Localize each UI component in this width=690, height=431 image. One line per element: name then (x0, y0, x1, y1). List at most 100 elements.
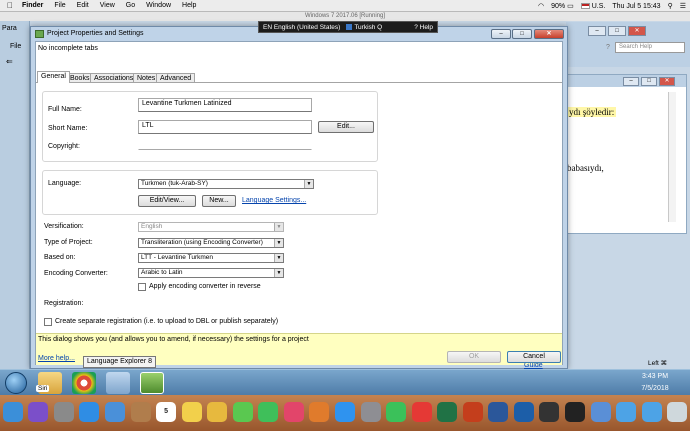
menu-file[interactable]: File (54, 2, 65, 9)
dialog-maximize-button[interactable]: □ (512, 29, 532, 39)
dialog-minimize-button[interactable]: – (491, 29, 511, 39)
keyboard-icon (346, 23, 353, 30)
ibooks-icon[interactable] (309, 402, 330, 422)
finder-icon[interactable] (2, 402, 23, 422)
chrome-icon[interactable] (72, 372, 96, 394)
host-key-label: Left ⌘ (648, 360, 668, 367)
language-select[interactable]: Turkmen (tuk-Arab-SY) ▼ (138, 179, 314, 189)
chevron-down-icon: ▼ (274, 269, 283, 277)
versification-select: English ▼ (138, 222, 284, 232)
close-icon[interactable]: ✕ (628, 26, 646, 36)
appstore-icon[interactable] (335, 402, 355, 422)
taskbar-time: 3:43 PM (641, 373, 669, 380)
encoding-converter-select[interactable]: Arabic to Latin ▼ (138, 268, 284, 278)
start-button[interactable] (5, 372, 27, 394)
virtualbox-icon[interactable] (513, 402, 534, 422)
keyboard-layout[interactable]: Turkish Q (346, 24, 382, 31)
menu-list-icon[interactable]: ☰ (680, 2, 686, 10)
excel-icon[interactable] (437, 402, 458, 422)
calendar-icon[interactable]: 5 (156, 402, 177, 422)
language-settings-link[interactable]: Language Settings... (242, 197, 306, 204)
launchpad-icon[interactable] (53, 402, 74, 422)
help-search-input[interactable]: Search Help (615, 42, 685, 53)
terminal-icon[interactable] (565, 402, 585, 422)
word-icon[interactable] (488, 402, 509, 422)
help-icon[interactable]: ? (606, 44, 610, 51)
photos-icon[interactable] (207, 402, 228, 422)
background-window-left[interactable]: Para File ⇐ (0, 21, 30, 369)
mail-icon[interactable] (105, 402, 125, 422)
paratext-icon[interactable] (106, 372, 130, 394)
more-help-link[interactable]: More help... (38, 355, 75, 362)
trash-icon[interactable] (667, 402, 688, 422)
chevron-down-icon: ▼ (304, 180, 313, 188)
vm-icon[interactable] (590, 402, 611, 422)
cancel-button[interactable]: Cancel (507, 351, 561, 363)
menu-window[interactable]: Window (146, 2, 171, 9)
us-flag-icon (580, 2, 590, 9)
short-name-label: Short Name: (48, 125, 88, 132)
apple-icon[interactable]:  (7, 1, 13, 10)
language-bar[interactable]: EN English (United States) Turkish Q ? H… (258, 21, 438, 33)
preferences-icon[interactable] (360, 402, 381, 422)
facetime-icon[interactable] (258, 402, 279, 422)
doc-maximize-icon[interactable]: □ (641, 77, 657, 86)
windows-taskbar: 3:43 PM 7/5/2018 (0, 369, 690, 395)
document-scrollbar[interactable] (668, 92, 676, 222)
based-on-select[interactable]: LTT - Levantine Turkmen ▼ (138, 253, 284, 263)
menu-go[interactable]: Go (126, 2, 135, 9)
info-text: This dialog shows you (and allows you to… (38, 336, 309, 343)
tasks-icon[interactable] (411, 402, 432, 422)
project-properties-dialog: Project Properties and Settings – □ ✕ No… (30, 26, 568, 369)
menu-edit[interactable]: Edit (77, 2, 89, 9)
input-source[interactable]: U.S. (580, 2, 605, 10)
taskbar-tooltip: Language Explorer 8 (83, 356, 156, 368)
menu-clock[interactable]: Thu Jul 5 15:43 (612, 3, 660, 10)
siri-icon[interactable] (28, 402, 49, 422)
copyright-input[interactable] (138, 138, 312, 150)
language-explorer-icon[interactable] (140, 372, 164, 394)
itunes-icon[interactable] (283, 402, 304, 422)
input-language[interactable]: EN English (United States) (263, 24, 340, 31)
language-bar-help[interactable]: ? Help (414, 24, 437, 31)
menu-view[interactable]: View (100, 2, 115, 9)
dialog-close-button[interactable]: ✕ (534, 29, 564, 39)
back-arrow-icon[interactable]: ⇐ (6, 57, 13, 66)
edit-button[interactable]: Edit... (318, 121, 374, 133)
powerpoint-icon[interactable] (462, 402, 483, 422)
search-icon[interactable]: ⚲ (668, 2, 673, 10)
chevron-down-icon: ▼ (274, 223, 283, 231)
dashboard-icon[interactable] (539, 402, 560, 422)
ok-button[interactable]: OK (447, 351, 501, 363)
taskbar-clock[interactable]: 3:43 PM 7/5/2018 (620, 370, 690, 396)
minimize-icon[interactable]: – (588, 26, 606, 36)
whatsapp-icon[interactable] (386, 402, 407, 422)
edit-view-button[interactable]: Edit/View... (138, 195, 196, 207)
language-label: Language: (48, 180, 82, 187)
folder-icon[interactable] (616, 402, 637, 422)
separate-registration-checkbox[interactable] (44, 318, 52, 326)
notes-icon[interactable] (181, 402, 202, 422)
downloads-icon[interactable] (641, 402, 662, 422)
chevron-down-icon: ▼ (274, 254, 283, 262)
wifi-icon[interactable]: ◠ (538, 2, 544, 10)
apply-reverse-checkbox[interactable] (138, 283, 146, 291)
menu-help[interactable]: Help (182, 2, 196, 9)
battery-indicator[interactable]: 90% ▭ (551, 2, 574, 10)
apply-reverse-label: Apply encoding converter in reverse (149, 283, 261, 290)
messages-icon[interactable] (232, 402, 253, 422)
short-name-input[interactable]: LTL (138, 120, 312, 134)
tab-general[interactable]: General (37, 71, 70, 83)
full-name-input[interactable]: Levantine Turkmen Latinized (138, 98, 312, 112)
background-menu-file[interactable]: File (10, 43, 21, 50)
taskbar-date: 7/5/2018 (641, 385, 669, 392)
menu-finder[interactable]: Finder (22, 2, 43, 9)
new-language-button[interactable]: New... (202, 195, 236, 207)
doc-minimize-icon[interactable]: – (623, 77, 639, 86)
contacts-icon[interactable] (130, 402, 151, 422)
language-select-value: Turkmen (tuk-Arab-SY) (141, 180, 208, 187)
maximize-icon[interactable]: □ (608, 26, 626, 36)
doc-close-icon[interactable]: ✕ (659, 77, 675, 86)
safari-icon[interactable] (79, 402, 100, 422)
project-type-select[interactable]: Transliteration (using Encoding Converte… (138, 238, 284, 248)
